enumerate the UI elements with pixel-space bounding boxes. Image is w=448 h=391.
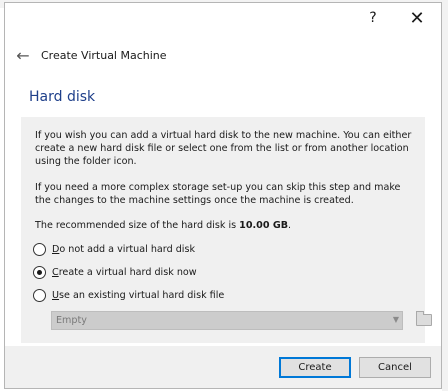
radio-button[interactable]: [33, 288, 46, 302]
wizard-header: ← Create Virtual Machine: [5, 33, 441, 81]
help-icon[interactable]: ?: [351, 3, 395, 33]
recommended-suffix: .: [288, 220, 292, 231]
disk-file-select-value: Empty: [56, 315, 87, 326]
create-button[interactable]: Create: [279, 357, 351, 378]
page-title: Hard disk: [29, 89, 96, 105]
arrow-left-icon[interactable]: ←: [11, 43, 35, 67]
description-text: If you wish you can add a virtual hard d…: [35, 130, 412, 167]
radio-create-disk[interactable]: Create a virtual hard disk now: [33, 264, 197, 280]
folder-shape: [416, 311, 432, 326]
radio-label: Use an existing virtual hard disk file: [52, 289, 225, 301]
radio-button[interactable]: [33, 242, 46, 256]
hard-disk-panel: If you wish you can add a virtual hard d…: [21, 117, 432, 343]
recommended-size-text: The recommended size of the hard disk is…: [35, 219, 415, 232]
radio-label: Do not add a virtual hard disk: [52, 243, 196, 255]
folder-icon[interactable]: [413, 309, 435, 331]
wizard-page: Hard disk If you wish you can add a virt…: [5, 81, 441, 346]
recommended-size-value: 10.00 GB: [239, 220, 289, 231]
radio-label: Create a virtual hard disk now: [52, 266, 197, 278]
radio-no-disk[interactable]: Do not add a virtual hard disk: [33, 241, 195, 257]
dialog-titlebar: ? ✕: [5, 3, 441, 33]
radio-existing-disk[interactable]: Use an existing virtual hard disk file: [33, 287, 224, 303]
recommended-prefix: The recommended size of the hard disk is: [35, 220, 240, 231]
create-vm-dialog: ? ✕ ← Create Virtual Machine Hard disk I…: [4, 2, 442, 389]
close-icon[interactable]: ✕: [395, 3, 439, 33]
background-window-edge: [442, 0, 448, 391]
wizard-title: Create Virtual Machine: [41, 49, 167, 62]
disk-file-select[interactable]: Empty ▼: [51, 311, 403, 330]
cancel-button[interactable]: Cancel: [359, 357, 431, 378]
storage-hint-text: If you need a more complex storage set-u…: [35, 182, 401, 206]
dialog-footer: Create Cancel: [5, 346, 441, 388]
radio-button-selected[interactable]: [33, 265, 46, 279]
chevron-down-icon: ▼: [392, 315, 399, 324]
